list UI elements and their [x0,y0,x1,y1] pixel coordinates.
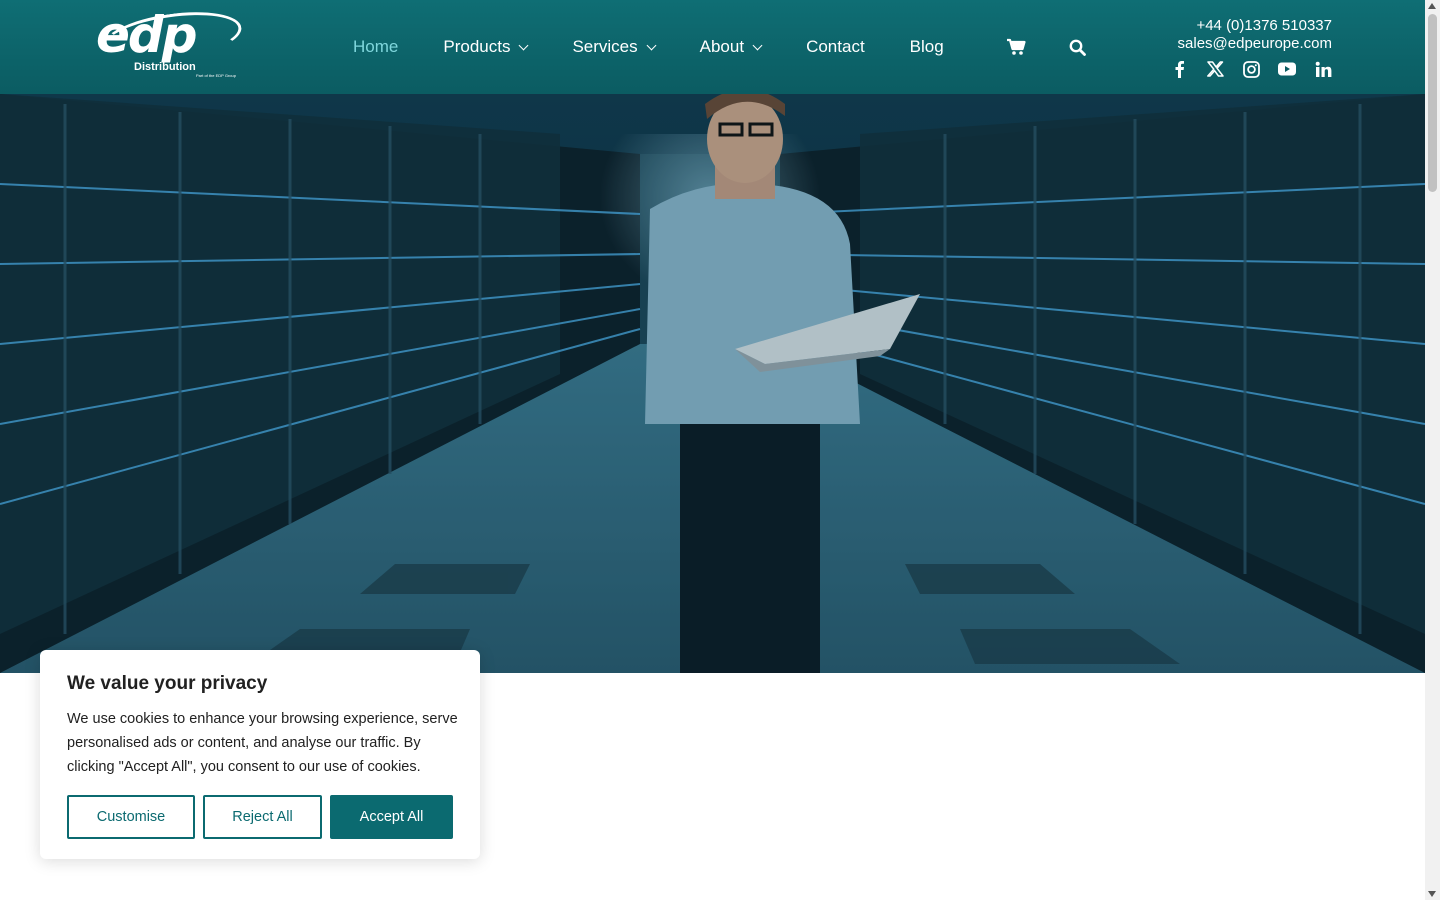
scroll-down-arrow-icon[interactable] [1428,891,1436,897]
chevron-down-icon [752,40,763,50]
cart-icon[interactable] [1006,38,1026,56]
accept-all-button[interactable]: Accept All [330,795,453,839]
social-links [1168,58,1348,80]
nav-about-label: About [699,37,745,56]
contact-info: +44 (0)1376 510337 sales@edpeurope.com [1178,17,1332,53]
cookie-title: We value your privacy [67,673,268,694]
email-address[interactable]: sales@edpeurope.com [1178,35,1332,53]
cookie-description: We use cookies to enhance your browsing … [67,711,458,775]
logo-subtitle: Distribution [134,61,196,73]
nav-contact[interactable]: Contact [806,37,865,57]
instagram-icon[interactable] [1240,58,1262,80]
nav-products[interactable]: Products [443,37,529,57]
site-header: edp Distribution Part of the EDP Group H… [0,0,1425,94]
chevron-down-icon [519,40,529,50]
hero-datacenter-illustration [0,94,1425,673]
search-icon[interactable] [1069,39,1086,56]
page-scrollbar[interactable] [1425,0,1440,900]
nav-blog[interactable]: Blog [910,37,944,57]
phone-number[interactable]: +44 (0)1376 510337 [1178,17,1332,35]
nav-home[interactable]: Home [353,37,398,57]
scroll-thumb[interactable] [1428,14,1437,192]
nav-contact-label: Contact [806,37,865,56]
reject-all-button[interactable]: Reject All [203,795,322,839]
youtube-icon[interactable] [1276,58,1298,80]
customise-button[interactable]: Customise [67,795,195,839]
nav-home-label: Home [353,37,399,56]
logo-wordmark: edp [96,6,197,64]
hero-image [0,94,1425,673]
x-twitter-icon[interactable] [1204,58,1226,80]
nav-services[interactable]: Services [572,37,657,57]
nav-products-label: Products [443,37,511,56]
facebook-icon[interactable] [1168,58,1190,80]
cookie-consent-dialog: We value your privacy We use cookies to … [40,650,480,859]
nav-about[interactable]: About [699,37,763,57]
main-nav: Home Products Services About Contact Blo… [353,36,1086,58]
edp-logo[interactable]: edp Distribution Part of the EDP Group [96,4,246,82]
chevron-down-icon [646,40,657,50]
scroll-up-arrow-icon[interactable] [1428,3,1436,9]
linkedin-icon[interactable] [1312,58,1334,80]
nav-services-label: Services [572,37,638,56]
nav-blog-label: Blog [909,37,944,56]
logo-tagline: Part of the EDP Group [196,73,236,78]
